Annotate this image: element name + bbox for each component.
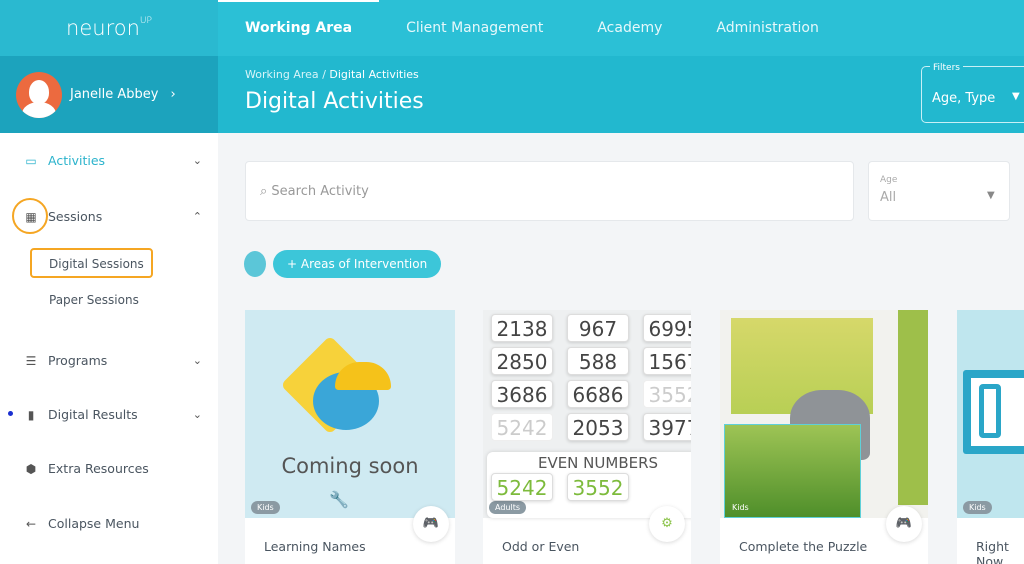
- chevron-right-icon: ›: [170, 87, 176, 102]
- age-select[interactable]: Age All ▼: [868, 161, 1010, 221]
- card-title: Odd or Even: [502, 539, 580, 554]
- nav-working-area[interactable]: Working Area: [218, 0, 380, 56]
- card-title: Learning Names: [264, 539, 366, 554]
- number-tile: 3977: [643, 413, 691, 441]
- number-tile: 2138: [491, 314, 553, 342]
- gears-icon[interactable]: ⚙: [649, 506, 685, 542]
- age-tag: Kids: [251, 501, 280, 514]
- nav-academy[interactable]: Academy: [570, 0, 689, 56]
- chevron-down-icon: ⌄: [192, 408, 202, 421]
- number-tile: 1567: [643, 347, 691, 375]
- card-image: 3977 2053 5242 3552 6686 3686 1567 588 2850 6995 9…: [483, 310, 691, 518]
- cube-icon: ⬢: [25, 461, 37, 476]
- sidebar-item-label: Digital Results: [48, 407, 138, 422]
- coming-soon-label: Coming soon: [281, 454, 419, 478]
- age-tag: Kids: [963, 501, 992, 514]
- chevron-down-icon: ⌄: [192, 354, 202, 367]
- age-tag: Kids: [732, 503, 749, 512]
- chevron-up-icon: ⌃: [192, 210, 202, 223]
- nav-client-management[interactable]: Client Management: [379, 0, 570, 56]
- answer-tile: 3552: [567, 473, 629, 501]
- filters-value: Age, Type: [932, 91, 996, 106]
- filters-select[interactable]: Filters Age, Type ▼: [921, 63, 1024, 123]
- filters-label: Filters: [930, 63, 963, 73]
- number-tile: 967: [567, 314, 629, 342]
- user-name: Janelle Abbey: [70, 87, 159, 102]
- number-tile: 2053: [567, 413, 629, 441]
- search-input[interactable]: ⌕ Search Activity: [245, 161, 854, 221]
- highlight-circle: [12, 198, 48, 234]
- gamepad-icon[interactable]: 🎮: [413, 506, 449, 542]
- activity-card[interactable]: Coming soon 🔧 Kids 🎮 Learning Names: [245, 310, 455, 564]
- logo[interactable]: neuron UP: [0, 0, 218, 56]
- brain-icon: [244, 251, 266, 277]
- sidebar-item-label: Sessions: [48, 209, 103, 224]
- logo-badge: UP: [139, 16, 152, 26]
- card-image: Coming soon 🔧 Kids: [245, 310, 455, 518]
- number-tile: 6686: [567, 380, 629, 408]
- card-image: Kids: [957, 310, 1024, 518]
- laptop-icon: ▭: [25, 153, 37, 168]
- bar-chart-icon: ▮: [27, 407, 35, 422]
- breadcrumb: Working Area / Digital Activities: [245, 68, 419, 81]
- user-profile[interactable]: Janelle Abbey ›: [0, 56, 218, 133]
- avatar: [16, 71, 62, 118]
- caret-down-icon: ▼: [1012, 91, 1020, 102]
- gamepad-icon[interactable]: 🎮: [886, 506, 922, 542]
- sidebar-item-label: Programs: [48, 353, 108, 368]
- even-numbers-heading: EVEN NUMBERS: [537, 454, 659, 472]
- search-placeholder: Search Activity: [271, 184, 369, 199]
- activity-card[interactable]: Kids 🎮 Complete the Puzzle: [720, 310, 928, 564]
- activity-card[interactable]: 3977 2053 5242 3552 6686 3686 1567 588 2850 6995 9…: [483, 310, 691, 564]
- collapse-menu-button[interactable]: ← Collapse Menu: [22, 516, 202, 531]
- sidebar-sub-paper-sessions[interactable]: Paper Sessions: [49, 293, 139, 307]
- number-tile: 6995: [643, 314, 691, 342]
- age-value: All: [880, 190, 897, 205]
- breadcrumb-current: Digital Activities: [329, 68, 419, 81]
- main-nav: Working Area Client Management Academy A…: [218, 0, 846, 56]
- highlight-box: [30, 248, 153, 278]
- page-title: Digital Activities: [245, 89, 424, 114]
- card-title: Right Now: [976, 539, 1009, 564]
- sidebar-item-label: Extra Resources: [48, 461, 149, 476]
- activity-card[interactable]: Kids Right Now: [957, 310, 1024, 564]
- nav-administration[interactable]: Administration: [689, 0, 845, 56]
- card-image: Kids: [720, 310, 928, 518]
- wrench-icon: 🔧: [329, 490, 349, 509]
- areas-of-intervention-button[interactable]: + Areas of Intervention: [273, 250, 442, 278]
- number-tile: 2850: [491, 347, 553, 375]
- logo-text: neuron: [66, 16, 140, 40]
- breadcrumb-parent[interactable]: Working Area: [245, 68, 319, 81]
- list-icon: ☰: [25, 353, 37, 368]
- sidebar-item-label: Activities: [48, 153, 106, 168]
- notification-dot: [8, 411, 13, 416]
- number-tile: 3552: [643, 380, 691, 408]
- number-tile: 3686: [491, 380, 553, 408]
- arrow-left-icon: ←: [25, 516, 37, 531]
- number-tile: 588: [567, 347, 629, 375]
- card-title: Complete the Puzzle: [739, 539, 868, 554]
- sidebar-item-programs[interactable]: ☰ Programs ⌄: [22, 353, 202, 368]
- age-label: Age: [880, 175, 898, 185]
- caret-down-icon: ▼: [987, 190, 995, 201]
- search-icon: ⌕: [260, 184, 272, 199]
- sidebar-item-digital-results[interactable]: ▮ Digital Results ⌄: [22, 407, 202, 422]
- sidebar-item-sessions[interactable]: ▦ Sessions ⌃: [22, 209, 202, 224]
- chevron-down-icon: ⌄: [192, 154, 202, 167]
- sidebar-item-activities[interactable]: ▭ Activities ⌄: [22, 153, 202, 168]
- sidebar-item-label: Collapse Menu: [48, 516, 140, 531]
- answer-tile: 5242: [491, 473, 553, 501]
- age-tag: Adults: [489, 501, 527, 514]
- sidebar-item-extra-resources[interactable]: ⬢ Extra Resources: [22, 461, 202, 476]
- breadcrumb-sep: /: [322, 68, 326, 81]
- number-tile: 5242: [491, 413, 553, 441]
